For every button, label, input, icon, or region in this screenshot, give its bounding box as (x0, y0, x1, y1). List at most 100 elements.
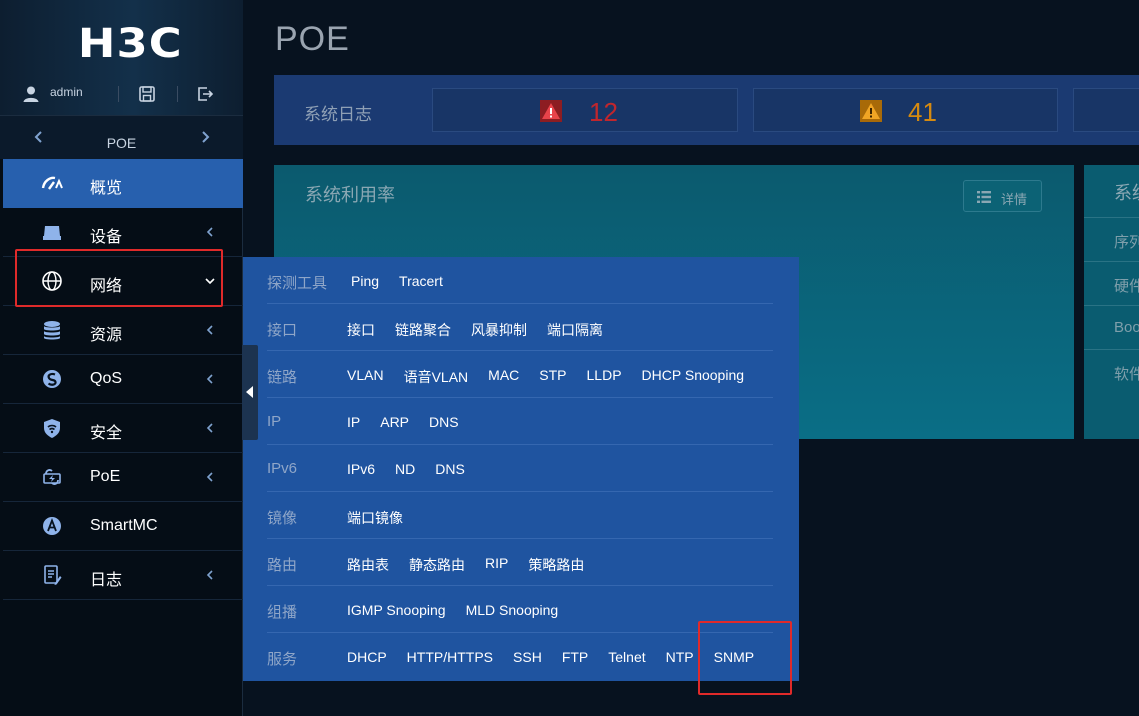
info-row: Boot (1084, 305, 1139, 349)
submenu-link-voice-vlan[interactable]: 语音VLAN (404, 367, 469, 387)
menu-item-overview[interactable]: 概览 (3, 159, 243, 208)
submenu-link-mld-snooping[interactable]: MLD Snooping (466, 602, 559, 618)
submenu-links: Ping Tracert (351, 273, 443, 289)
system-info-title: 系统 (1114, 183, 1139, 203)
main-menu: 概览 设备 网络 资源 QoS 安全 PoE SmartMC 日志 (3, 159, 243, 600)
menu-item-label: 日志 (90, 572, 123, 589)
info-row: 软件 (1084, 349, 1139, 393)
submenu-links: 接口 链路聚合 风暴抑制 端口隔离 (347, 320, 603, 340)
submenu-link-ssh[interactable]: SSH (513, 649, 542, 665)
menu-item-smartmc[interactable]: SmartMC (3, 502, 243, 551)
submenu-link-dhcp-snooping[interactable]: DHCP Snooping (642, 367, 744, 387)
info-row: 硬件 (1084, 261, 1139, 305)
submenu-category: 链路 (267, 369, 298, 386)
submenu-link-static-route[interactable]: 静态路由 (409, 555, 465, 575)
submenu-link-telnet[interactable]: Telnet (608, 649, 645, 665)
submenu-link-arp[interactable]: ARP (380, 414, 409, 430)
submenu-category: IPv6 (267, 460, 298, 477)
divider (118, 86, 119, 102)
user-icon (23, 86, 39, 102)
username-label: admin (50, 85, 83, 99)
menu-item-qos[interactable]: QoS (3, 355, 243, 404)
menu-item-network[interactable]: 网络 (3, 257, 243, 306)
submenu-row-services: 服务 DHCP HTTP/HTTPS SSH FTP Telnet NTP SN… (267, 633, 773, 680)
menu-item-device[interactable]: 设备 (3, 208, 243, 257)
submenu-category: 服务 (267, 651, 298, 668)
alert-critical-icon (540, 100, 562, 122)
menu-item-log[interactable]: 日志 (3, 551, 243, 600)
database-icon (44, 321, 60, 340)
globe-icon (42, 271, 62, 291)
submenu-category: 探测工具 (267, 275, 328, 292)
submenu-links: VLAN 语音VLAN MAC STP LLDP DHCP Snooping (347, 367, 744, 387)
poe-icon (43, 469, 61, 485)
submenu-link-igmp-snooping[interactable]: IGMP Snooping (347, 602, 446, 618)
submenu-link-stp[interactable]: STP (539, 367, 566, 387)
menu-item-poe[interactable]: PoE (3, 453, 243, 502)
submenu-link-ping[interactable]: Ping (351, 273, 379, 289)
submenu-link-dns[interactable]: DNS (429, 414, 459, 430)
submenu-row-interface: 接口 接口 链路聚合 风暴抑制 端口隔离 (267, 304, 773, 351)
submenu-link-ntp[interactable]: NTP (666, 649, 694, 665)
chevron-left-icon (206, 374, 213, 384)
submenu-link-snmp[interactable]: SNMP (714, 649, 754, 665)
submenu-link-port-mirroring[interactable]: 端口镜像 (347, 508, 403, 528)
menu-item-label: 安全 (90, 425, 123, 442)
caret-left-icon (246, 386, 253, 398)
submenu-row-multicast: 组播 IGMP Snooping MLD Snooping (267, 586, 773, 633)
submenu-link-dhcp[interactable]: DHCP (347, 649, 387, 665)
chevron-left-icon (206, 472, 213, 482)
alert-warning-icon (860, 100, 882, 122)
chevron-right-icon[interactable] (198, 130, 212, 144)
submenu-link-lldp[interactable]: LLDP (587, 367, 622, 387)
menu-item-label: PoE (90, 468, 121, 485)
menu-item-security[interactable]: 安全 (3, 404, 243, 453)
sidebar: H3C admin POE 概览 设备 网络 资源 QoS 安全 PoE Sma… (0, 0, 243, 716)
warning-log-card[interactable]: 41 (753, 88, 1058, 132)
submenu-link-ipv6[interactable]: IPv6 (347, 461, 375, 477)
submenu-link-nd[interactable]: ND (395, 461, 415, 477)
view-switcher: POE (0, 115, 243, 159)
details-button-label: 详情 (1001, 192, 1028, 207)
submenu-links: IPv6 ND DNS (347, 461, 465, 477)
submenu-link-http-https[interactable]: HTTP/HTTPS (407, 649, 493, 665)
submenu-link-routing-table[interactable]: 路由表 (347, 555, 389, 575)
menu-item-label: SmartMC (90, 517, 158, 534)
user-toolbar: admin (0, 80, 243, 108)
critical-log-card[interactable]: 12 (432, 88, 738, 132)
submenu-link-rip[interactable]: RIP (485, 555, 508, 575)
shield-icon (44, 419, 60, 438)
submenu-category: IP (267, 413, 282, 430)
submenu-links: IGMP Snooping MLD Snooping (347, 602, 558, 618)
submenu-row-ipv6: IPv6 IPv6 ND DNS (267, 445, 773, 492)
menu-item-label: 资源 (90, 327, 123, 344)
menu-item-resource[interactable]: 资源 (3, 306, 243, 355)
submenu-link-port-isolation[interactable]: 端口隔离 (547, 320, 603, 340)
submenu-row-probe: 探测工具 Ping Tracert (267, 257, 773, 304)
network-submenu-flyout: 探测工具 Ping Tracert 接口 接口 链路聚合 风暴抑制 端口隔离 链… (243, 257, 799, 681)
logout-icon[interactable] (196, 85, 214, 103)
submenu-links: 端口镜像 (347, 508, 403, 528)
smartmc-icon (43, 517, 61, 535)
submenu-link-ip[interactable]: IP (347, 414, 360, 430)
info-log-card[interactable] (1073, 88, 1139, 132)
info-row-label: 软件 (1114, 366, 1139, 383)
submenu-link-mac[interactable]: MAC (488, 367, 519, 387)
save-icon[interactable] (138, 85, 156, 103)
submenu-link-policy-route[interactable]: 策略路由 (528, 555, 584, 575)
submenu-row-ip: IP IP ARP DNS (267, 398, 773, 445)
submenu-link-interface[interactable]: 接口 (347, 320, 375, 340)
submenu-link-tracert[interactable]: Tracert (399, 273, 443, 289)
submenu-link-dns-v6[interactable]: DNS (435, 461, 465, 477)
chevron-left-icon (206, 423, 213, 433)
submenu-row-link: 链路 VLAN 语音VLAN MAC STP LLDP DHCP Snoopin… (267, 351, 773, 398)
submenu-link-ftp[interactable]: FTP (562, 649, 588, 665)
chevron-left-icon (206, 325, 213, 335)
info-row-label: Boot (1114, 319, 1139, 336)
details-button[interactable]: 详情 (963, 180, 1042, 212)
submenu-link-vlan[interactable]: VLAN (347, 367, 384, 387)
chevron-left-icon (206, 570, 213, 580)
chevron-left-icon (206, 227, 213, 237)
submenu-link-storm-control[interactable]: 风暴抑制 (471, 320, 527, 340)
submenu-link-link-aggregation[interactable]: 链路聚合 (395, 320, 451, 340)
